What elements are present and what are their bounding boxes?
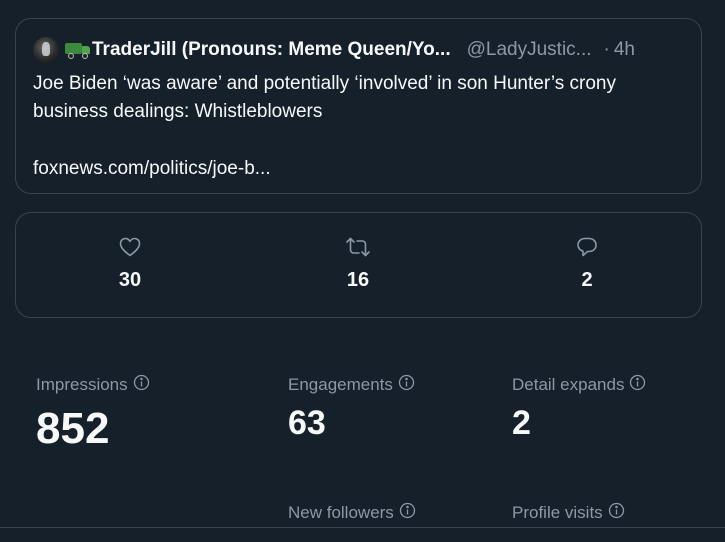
heart-icon: [90, 235, 170, 259]
profile-visits-label: Profile visits: [512, 503, 603, 522]
retweet-icon: [318, 235, 398, 259]
author-display-name[interactable]: TraderJill (Pronouns: Meme Queen/Yo...: [92, 39, 451, 61]
impressions-value: 852: [36, 404, 110, 453]
tweet-timestamp[interactable]: 4h: [614, 39, 635, 61]
info-icon[interactable]: [398, 374, 415, 396]
tweet-text: Joe Biden ‘was aware’ and potentially ‘i…: [33, 73, 616, 122]
info-icon[interactable]: [399, 502, 416, 524]
impressions-label: Impressions: [36, 375, 128, 394]
profile-visits-metric: Profile visits: [512, 502, 625, 524]
engagements-value: 63: [288, 404, 326, 442]
likes-count: 30: [118, 269, 142, 291]
author-handle[interactable]: @LadyJustic...: [467, 39, 592, 61]
engagements-metric: Engagements 63: [288, 374, 415, 443]
engagements-label: Engagements: [288, 375, 393, 394]
info-icon[interactable]: [608, 502, 625, 524]
retweets-stat: 16: [318, 235, 398, 292]
info-icon[interactable]: [133, 374, 150, 396]
reply-icon: [547, 235, 627, 259]
separator-dot: ·: [603, 39, 610, 60]
avatar[interactable]: [33, 37, 59, 63]
quoted-tweet-card[interactable]: TraderJill (Pronouns: Meme Queen/Yo... @…: [15, 18, 702, 194]
detail-expands-value: 2: [512, 404, 531, 442]
likes-stat: 30: [90, 235, 170, 292]
tweet-analytics-page: TraderJill (Pronouns: Meme Queen/Yo... @…: [0, 0, 725, 542]
info-icon[interactable]: [629, 374, 646, 396]
bottom-divider: [0, 527, 725, 528]
tweet-header: TraderJill (Pronouns: Meme Queen/Yo... @…: [33, 37, 688, 63]
truck-emoji-icon: [65, 41, 91, 59]
tweet-link[interactable]: foxnews.com/politics/joe-b...: [33, 155, 271, 183]
impressions-metric: Impressions 852: [36, 374, 150, 454]
new-followers-label: New followers: [288, 503, 394, 522]
detail-expands-label: Detail expands: [512, 375, 625, 394]
replies-stat: 2: [547, 235, 627, 292]
replies-count: 2: [581, 269, 593, 291]
engagement-summary-card: 30 16 2: [15, 212, 702, 318]
new-followers-metric: New followers: [288, 502, 416, 524]
detail-expands-metric: Detail expands 2: [512, 374, 646, 443]
retweets-count: 16: [346, 269, 370, 291]
